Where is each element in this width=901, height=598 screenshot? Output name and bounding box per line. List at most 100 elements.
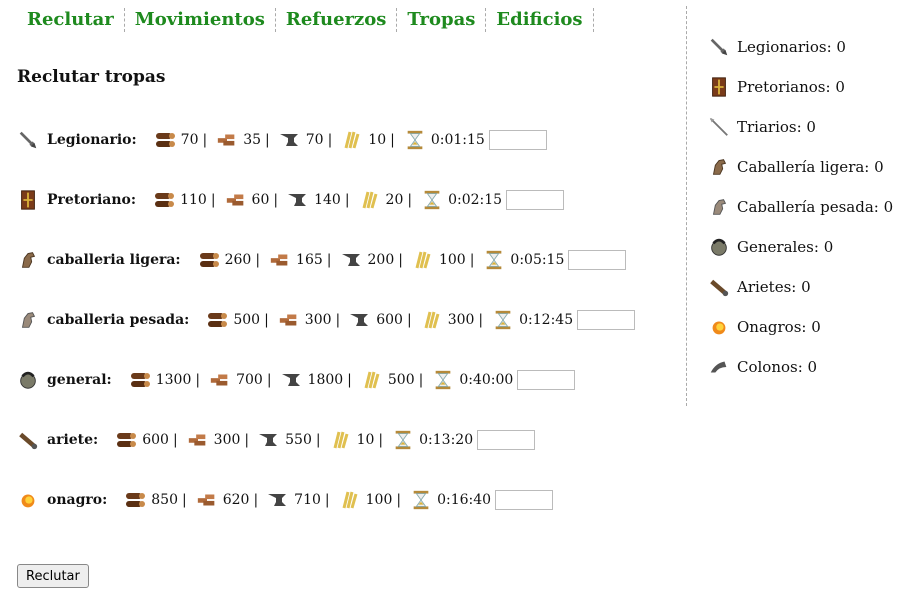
quantity-input[interactable] — [577, 310, 636, 330]
troop-count-row: Colonos: 0 — [708, 355, 817, 379]
hourglass-icon — [420, 189, 444, 211]
separator: | — [407, 192, 413, 208]
tab-reclutar[interactable]: Reclutar — [17, 8, 125, 32]
iron-icon — [340, 249, 364, 271]
food-icon — [360, 369, 384, 391]
separator: | — [210, 192, 216, 208]
separator: | — [398, 252, 403, 268]
food-cost: 10 — [368, 132, 387, 148]
troop-count-label: Onagros: 0 — [737, 318, 821, 336]
food-cost: 100 — [365, 492, 393, 508]
sword-icon — [708, 36, 730, 58]
wood-icon — [123, 489, 147, 511]
wood-cost: 500 — [233, 312, 261, 328]
recruit-row: Pretoriano: 110 | 60 | 140 | 20 | 0:02:15 — [17, 185, 565, 215]
tab-movimientos[interactable]: Movimientos — [125, 8, 276, 32]
food-icon — [340, 129, 364, 151]
tab-refuerzos[interactable]: Refuerzos — [276, 8, 398, 32]
unit-name: caballeria pesada: — [47, 312, 190, 328]
food-cost: 500 — [387, 372, 415, 388]
troop-count-label: Caballería ligera: 0 — [737, 158, 884, 176]
heavy-cavalry-icon — [17, 309, 39, 331]
clay-cost: 60 — [251, 192, 270, 208]
troop-count-row: Caballería pesada: 0 — [708, 195, 893, 219]
iron-cost: 1800 — [307, 372, 344, 388]
tab-bar: Reclutar Movimientos Refuerzos Tropas Ed… — [17, 8, 594, 32]
iron-icon — [266, 489, 290, 511]
troop-count-row: Onagros: 0 — [708, 315, 821, 339]
wood-icon — [205, 309, 229, 331]
quantity-input[interactable] — [568, 250, 627, 270]
light-cavalry-icon — [708, 156, 730, 178]
shield-icon — [17, 189, 39, 211]
recruit-row: ariete: 600 | 300 | 550 | 10 | 0:13:20 — [17, 425, 536, 455]
tab-edificios[interactable]: Edificios — [486, 8, 594, 32]
unit-name: onagro: — [47, 492, 108, 508]
quantity-input[interactable] — [506, 190, 565, 210]
catapult-fireball-icon — [708, 316, 730, 338]
iron-icon — [286, 189, 310, 211]
ram-icon — [17, 429, 39, 451]
separator: | — [406, 312, 412, 328]
troop-count-label: Generales: 0 — [737, 238, 834, 256]
recruit-time: 0:05:15 — [510, 252, 565, 268]
separator: | — [266, 372, 272, 388]
quantity-input[interactable] — [477, 430, 536, 450]
quantity-input[interactable] — [495, 490, 554, 510]
hourglass-icon — [482, 249, 506, 271]
recruit-time: 0:02:15 — [448, 192, 503, 208]
wood-cost: 1300 — [155, 372, 192, 388]
quantity-input[interactable] — [517, 370, 576, 390]
quantity-input[interactable] — [488, 130, 547, 150]
unit-name: caballeria ligera: — [47, 252, 181, 268]
recruit-time: 0:40:00 — [459, 372, 514, 388]
recruit-time: 0:16:40 — [437, 492, 492, 508]
separator: | — [182, 492, 187, 508]
clay-cost: 165 — [296, 252, 323, 268]
separator: | — [324, 492, 330, 508]
sword-icon — [17, 129, 39, 151]
hourglass-icon — [403, 129, 427, 151]
wood-cost: 110 — [180, 192, 207, 208]
clay-cost: 35 — [243, 132, 262, 148]
separator: | — [202, 132, 208, 148]
troop-count-label: Legionarios: 0 — [737, 38, 846, 56]
wood-cost: 260 — [224, 252, 252, 268]
separator: | — [390, 132, 395, 148]
iron-icon — [348, 309, 372, 331]
separator: | — [469, 252, 475, 268]
catapult-fireball-icon — [17, 489, 39, 511]
general-helmet-icon — [708, 236, 730, 258]
food-icon — [329, 429, 353, 451]
wood-icon — [197, 249, 221, 271]
troop-count-label: Triarios: 0 — [737, 118, 816, 136]
recruit-row: caballeria ligera: 260 | 165 | 200 | 100 | 0:05:1… — [17, 245, 627, 275]
troop-count-row: Arietes: 0 — [708, 275, 811, 299]
wood-cost: 600 — [142, 432, 169, 448]
food-icon — [338, 489, 362, 511]
wood-icon — [153, 129, 177, 151]
separator: | — [327, 132, 333, 148]
light-cavalry-icon — [17, 249, 39, 271]
troop-count-row: Caballería ligera: 0 — [708, 155, 884, 179]
shield-icon — [708, 76, 730, 98]
settler-icon — [708, 356, 730, 378]
wood-icon — [114, 429, 138, 451]
recruit-button[interactable]: Reclutar — [17, 564, 89, 588]
separator: | — [172, 432, 178, 448]
clay-icon — [215, 129, 239, 151]
tab-tropas[interactable]: Tropas — [397, 8, 487, 32]
hourglass-icon — [391, 429, 415, 451]
iron-icon — [278, 129, 302, 151]
clay-icon — [224, 189, 248, 211]
clay-icon — [208, 369, 232, 391]
separator: | — [315, 432, 321, 448]
wood-icon — [128, 369, 152, 391]
food-cost: 100 — [438, 252, 466, 268]
page-title: Reclutar tropas — [17, 67, 166, 87]
clay-cost: 620 — [222, 492, 250, 508]
food-icon — [358, 189, 382, 211]
recruit-row: caballeria pesada: 500 | 300 | 600 | 300 | 0:12:4… — [17, 305, 636, 335]
clay-icon — [186, 429, 210, 451]
separator: | — [255, 252, 261, 268]
